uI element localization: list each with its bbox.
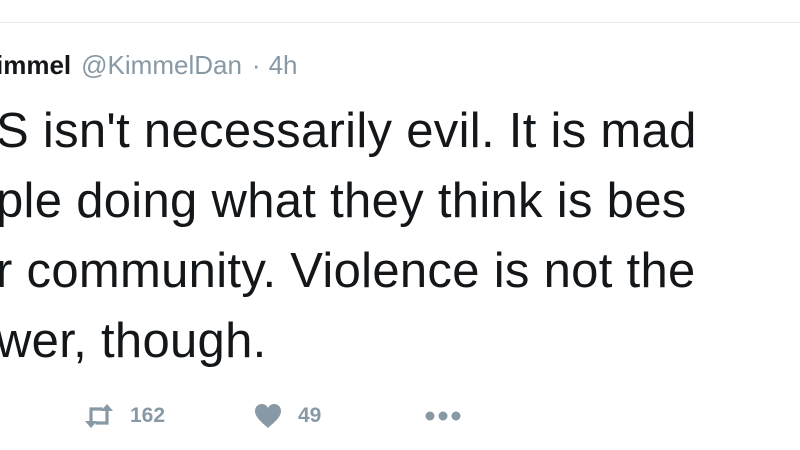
tweet-text-line: wer, though. <box>0 314 267 368</box>
tweet-card: immel @KimmelDan · 4h S isn't necessaril… <box>0 0 800 450</box>
tweet-text-line: S isn't necessarily evil. It is mad <box>0 104 697 158</box>
like-count: 49 <box>298 404 322 427</box>
retweet-button[interactable]: 162 <box>84 404 234 428</box>
author-display-name[interactable]: immel <box>0 50 71 81</box>
tweet-text-line: r community. Violence is not the <box>0 244 696 298</box>
tweet-actions: 162 49 <box>84 396 462 436</box>
retweet-icon <box>85 404 113 428</box>
divider <box>0 22 800 23</box>
tweet-header: immel @KimmelDan · 4h <box>0 50 298 82</box>
more-dots-icon <box>425 411 461 421</box>
like-button[interactable]: 49 <box>254 403 424 429</box>
more-options-button[interactable] <box>424 410 462 422</box>
author-handle[interactable]: @KimmelDan <box>81 50 242 81</box>
heart-icon <box>255 404 281 428</box>
retweet-count: 162 <box>130 404 166 427</box>
tweet-timestamp[interactable]: 4h <box>269 50 298 81</box>
tweet-text: S isn't necessarily evil. It is mad ple … <box>0 96 800 376</box>
header-separator: · <box>251 50 261 80</box>
tweet-text-line: ple doing what they think is bes <box>0 174 687 228</box>
